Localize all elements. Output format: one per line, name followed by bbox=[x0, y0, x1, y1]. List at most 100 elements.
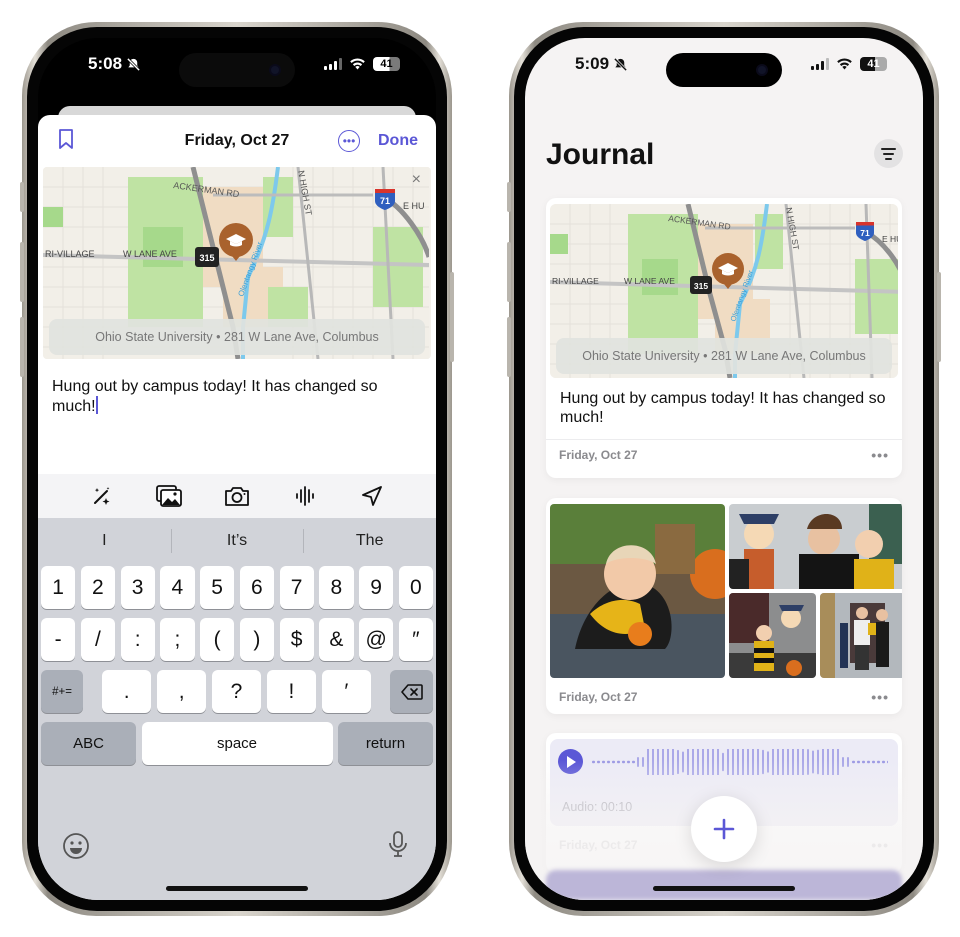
done-button[interactable]: Done bbox=[378, 132, 418, 150]
location-label[interactable]: Ohio State University • 281 W Lane Ave, … bbox=[49, 319, 425, 355]
key[interactable]: ) bbox=[239, 618, 274, 661]
key[interactable]: & bbox=[319, 618, 354, 661]
suggestions-button[interactable] bbox=[88, 482, 116, 510]
place-name: Ohio State University bbox=[582, 349, 700, 363]
waveform-bar bbox=[747, 749, 749, 775]
camera-button[interactable] bbox=[223, 482, 251, 510]
key[interactable]: ( bbox=[200, 618, 235, 661]
photo-family-with-scarecrow[interactable] bbox=[729, 504, 902, 589]
more-options-button[interactable]: ••• bbox=[338, 130, 360, 152]
waveform-bar bbox=[662, 749, 664, 775]
key[interactable]: ; bbox=[160, 618, 195, 661]
key[interactable]: @ bbox=[359, 618, 394, 661]
waveform-bar bbox=[732, 749, 734, 775]
photo-baby-on-porch[interactable] bbox=[729, 593, 816, 678]
key[interactable]: 8 bbox=[319, 566, 354, 609]
bookmark-button[interactable] bbox=[58, 128, 74, 155]
waveform-bar bbox=[632, 760, 635, 764]
journal-entry-card[interactable]: ACKERMAN RD N HIGH ST RI-VILLAGE W LANE … bbox=[546, 198, 902, 478]
waveform-bar bbox=[812, 750, 814, 774]
key[interactable]: ! bbox=[266, 670, 317, 713]
photo-grid bbox=[546, 498, 902, 678]
key[interactable]: 3 bbox=[120, 566, 155, 609]
waveform-bar bbox=[712, 749, 714, 775]
key[interactable]: ′ bbox=[321, 670, 372, 713]
waveform-bar bbox=[872, 760, 875, 764]
backspace-icon bbox=[400, 683, 423, 700]
waveform-bar bbox=[612, 760, 615, 764]
abc-key[interactable]: ABC bbox=[41, 722, 136, 765]
waveform-bar bbox=[827, 749, 829, 775]
entry-more-button[interactable]: ••• bbox=[871, 837, 889, 853]
waveform-bar bbox=[682, 751, 684, 773]
entry-location-map[interactable]: ACKERMAN RD N HIGH ST RI-VILLAGE W LANE … bbox=[550, 204, 898, 378]
entry-text: Hung out by campus today! It has changed… bbox=[546, 378, 902, 440]
key[interactable]: 9 bbox=[359, 566, 394, 609]
home-indicator[interactable] bbox=[166, 886, 308, 891]
waveform-bar bbox=[677, 749, 679, 775]
header-actions: ••• Done bbox=[338, 130, 418, 152]
waveform-bar bbox=[802, 749, 804, 775]
waveform-bar bbox=[792, 749, 794, 775]
dictation-button[interactable] bbox=[388, 830, 408, 863]
camera-icon bbox=[225, 486, 249, 506]
svg-text:W LANE AVE: W LANE AVE bbox=[624, 276, 675, 286]
dynamic-island bbox=[666, 53, 782, 87]
journal-entry-card[interactable]: Friday, Oct 27 ••• bbox=[546, 498, 902, 714]
audio-record-button[interactable] bbox=[291, 482, 319, 510]
key[interactable]: 7 bbox=[279, 566, 314, 609]
place-address: 281 W Lane Ave, Columbus bbox=[711, 349, 866, 363]
photo-library-button[interactable] bbox=[155, 482, 183, 510]
play-button[interactable] bbox=[558, 749, 583, 774]
audio-waveform[interactable] bbox=[592, 749, 888, 775]
action-button bbox=[20, 182, 24, 212]
location-button[interactable] bbox=[358, 482, 386, 510]
location-arrow-icon bbox=[362, 486, 383, 506]
remove-location-button[interactable]: × bbox=[412, 171, 421, 189]
key[interactable]: - bbox=[41, 618, 76, 661]
key[interactable]: / bbox=[80, 618, 115, 661]
emoji-icon bbox=[63, 833, 89, 859]
suggestion-item[interactable]: It’s bbox=[170, 528, 304, 553]
key[interactable]: $ bbox=[279, 618, 314, 661]
key[interactable]: : bbox=[120, 618, 155, 661]
filter-button[interactable] bbox=[874, 139, 903, 168]
key[interactable]: 6 bbox=[239, 566, 274, 609]
new-entry-button[interactable] bbox=[691, 796, 757, 862]
key[interactable]: 4 bbox=[160, 566, 195, 609]
photo-baby-with-pumpkin[interactable] bbox=[550, 504, 725, 678]
return-key[interactable]: return bbox=[338, 722, 433, 765]
photo-family-at-door[interactable] bbox=[820, 593, 902, 678]
svg-text:315: 315 bbox=[694, 281, 708, 291]
key[interactable]: , bbox=[156, 670, 207, 713]
waveform-bar bbox=[647, 749, 649, 775]
cellular-signal-icon bbox=[811, 58, 829, 70]
backspace-key[interactable] bbox=[390, 670, 434, 713]
waveform-bar bbox=[822, 749, 824, 775]
key[interactable]: 5 bbox=[200, 566, 235, 609]
location-map[interactable]: ACKERMAN RD N HIGH ST RI-VILLAGE W LANE … bbox=[43, 167, 431, 359]
svg-text:RI-VILLAGE: RI-VILLAGE bbox=[552, 276, 599, 286]
more-symbols-key[interactable]: #+= bbox=[41, 670, 83, 713]
key[interactable]: ″ bbox=[398, 618, 433, 661]
space-key[interactable]: space bbox=[141, 722, 333, 765]
entry-date: Friday, Oct 27 bbox=[559, 838, 638, 852]
entry-more-button[interactable]: ••• bbox=[871, 689, 889, 705]
location-label: Ohio State University • 281 W Lane Ave, … bbox=[556, 338, 892, 374]
key[interactable]: 1 bbox=[41, 566, 76, 609]
key[interactable]: 2 bbox=[80, 566, 115, 609]
suggestion-item[interactable]: The bbox=[303, 528, 436, 553]
suggestion-item[interactable]: I bbox=[38, 532, 171, 550]
waveform-bar bbox=[847, 757, 849, 767]
key[interactable]: 0 bbox=[398, 566, 433, 609]
status-icons: 41 bbox=[811, 57, 887, 71]
entry-footer: Friday, Oct 27 ••• bbox=[546, 682, 902, 712]
key[interactable]: ? bbox=[211, 670, 262, 713]
entry-more-button[interactable]: ••• bbox=[871, 447, 889, 463]
waveform-bar bbox=[607, 760, 610, 764]
map-label-area: RI-VILLAGE bbox=[45, 249, 95, 259]
emoji-button[interactable] bbox=[62, 832, 90, 865]
microphone-icon bbox=[389, 831, 407, 857]
home-indicator[interactable] bbox=[653, 886, 795, 891]
key[interactable]: . bbox=[102, 670, 152, 713]
